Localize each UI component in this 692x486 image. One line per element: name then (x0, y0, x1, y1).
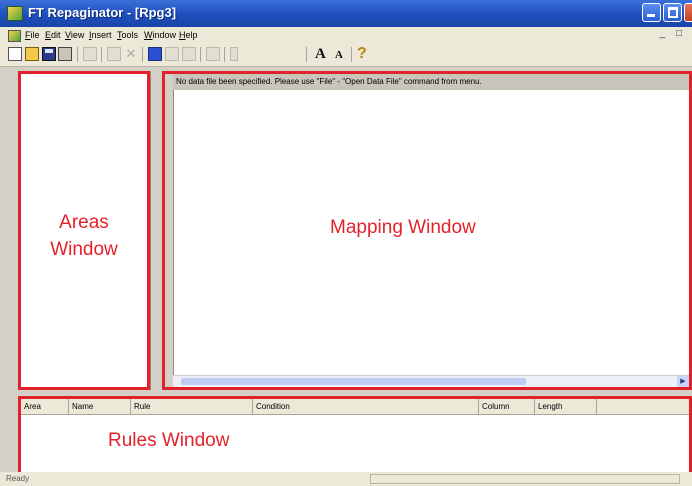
status-panel (370, 474, 680, 484)
print-icon[interactable] (58, 47, 72, 61)
toolbar-separator (200, 47, 201, 62)
column-header-name[interactable]: Name (69, 399, 131, 414)
scroll-right-arrow-icon[interactable]: ▶ (677, 376, 689, 387)
mapping-status-message: No data file been specified. Please use … (173, 74, 689, 90)
column-header-column[interactable]: Column (479, 399, 535, 414)
areas-window[interactable]: Areas Window (18, 71, 150, 390)
toolbar-separator (224, 47, 225, 62)
document-icon[interactable] (8, 30, 21, 42)
areas-window-label: Areas Window (50, 212, 118, 260)
column-header-condition[interactable]: Condition (253, 399, 479, 414)
column-header-area[interactable]: Area (21, 399, 69, 414)
menu-help[interactable]: Help (179, 30, 198, 40)
mapping-gutter (165, 74, 174, 387)
menu-window[interactable]: Window (144, 30, 176, 40)
menu-view[interactable]: View (65, 30, 84, 40)
toolbar-separator (77, 47, 78, 62)
font-larger-icon[interactable]: A (315, 47, 331, 62)
edit-icon[interactable] (107, 47, 121, 61)
area-split-icon[interactable] (206, 47, 220, 61)
mapping-window[interactable]: No data file been specified. Please use … (162, 71, 692, 390)
toolbar-separator (351, 47, 352, 62)
window-title: FT Repaginator - [Rpg3] (28, 5, 177, 20)
app-icon[interactable] (7, 6, 23, 21)
status-text: Ready (6, 474, 30, 483)
title-bar: FT Repaginator - [Rpg3] (0, 0, 692, 27)
column-header-rule[interactable]: Rule (131, 399, 253, 414)
new-file-icon[interactable] (8, 47, 22, 61)
minimize-button[interactable] (642, 3, 661, 22)
rules-window[interactable]: Area Name Rule Condition Column Length R… (18, 396, 692, 481)
area-bottom-icon[interactable] (165, 47, 179, 61)
scrollbar-thumb[interactable] (181, 378, 526, 385)
menu-edit[interactable]: Edit (45, 30, 61, 40)
column-header-length[interactable]: Length (535, 399, 597, 414)
save-icon[interactable] (42, 47, 56, 61)
menu-bar: File Edit View Insert Tools Window Help … (0, 27, 692, 44)
cursor-icon[interactable] (230, 47, 238, 61)
toolbar: ✕ A A ? (0, 44, 692, 67)
area-both-icon[interactable] (182, 47, 196, 61)
status-bar: Ready (0, 472, 692, 486)
rules-window-label: Rules Window (108, 430, 230, 451)
menu-tools[interactable]: Tools (117, 30, 138, 40)
mapping-window-label: Mapping Window (330, 217, 476, 238)
maximize-button[interactable] (663, 3, 682, 22)
help-icon[interactable]: ? (357, 46, 369, 62)
toolbar-separator (101, 47, 102, 62)
menu-insert[interactable]: Insert (89, 30, 112, 40)
font-smaller-icon[interactable]: A (335, 47, 349, 61)
horizontal-scrollbar[interactable]: ▶ (173, 375, 689, 387)
area-top-icon[interactable] (148, 47, 162, 61)
close-button[interactable] (684, 3, 692, 22)
open-folder-icon[interactable] (25, 47, 39, 61)
toolbar-separator (142, 47, 143, 62)
delete-icon[interactable]: ✕ (124, 47, 138, 61)
rules-table-header: Area Name Rule Condition Column Length (21, 399, 689, 415)
menu-file[interactable]: File (25, 30, 40, 40)
toolbar-separator (306, 47, 307, 62)
check-icon[interactable] (83, 47, 97, 61)
mdi-window-controls[interactable]: _ □ (660, 28, 686, 39)
